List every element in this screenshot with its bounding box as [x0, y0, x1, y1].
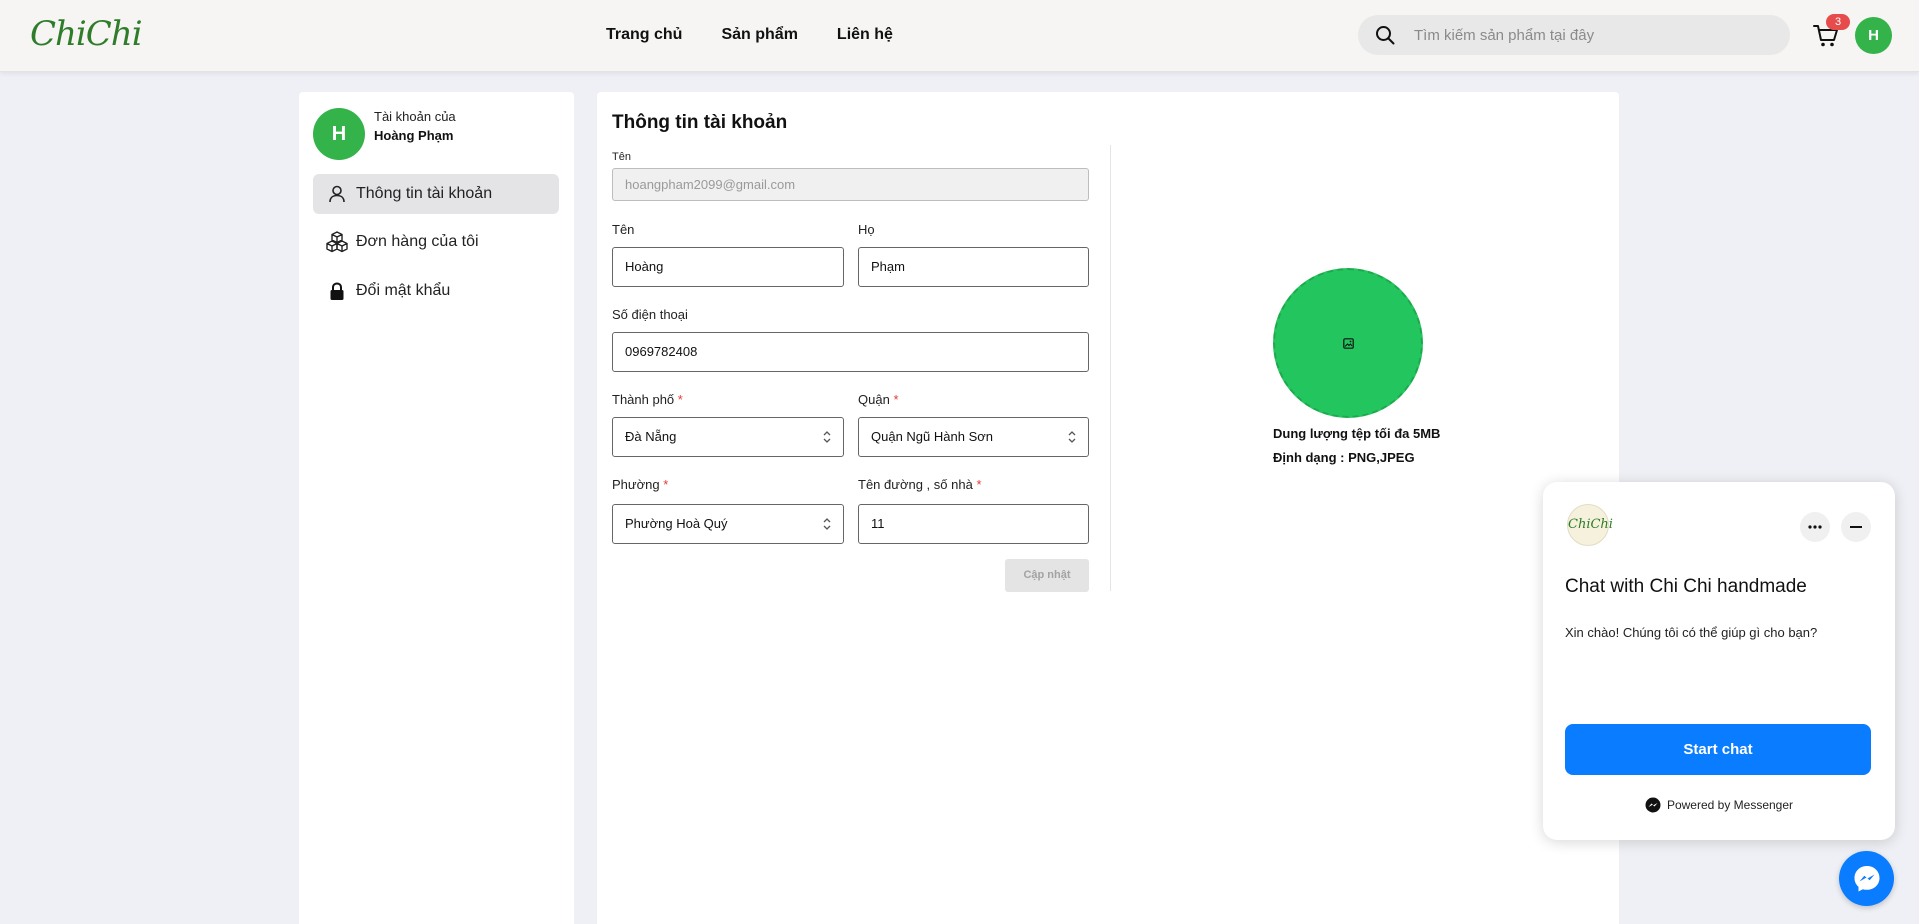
city-select-value: Đà Nẵng	[625, 429, 677, 444]
chevron-updown-icon	[823, 518, 831, 530]
city-select[interactable]: Đà Nẵng	[612, 417, 844, 457]
image-icon	[1343, 338, 1354, 349]
ward-select-value: Phường Hoà Quý	[625, 516, 728, 531]
messenger-icon	[1645, 797, 1661, 813]
boxes-icon	[326, 231, 348, 253]
search-input[interactable]	[1414, 15, 1774, 55]
upload-format-note: Định dạng : PNG,JPEG	[1273, 450, 1415, 465]
street-field[interactable]: 11	[858, 504, 1089, 544]
sidebar-item-account-info[interactable]: Thông tin tài khoản	[313, 174, 559, 214]
district-label-text: Quận	[858, 392, 890, 407]
required-mark: *	[976, 477, 982, 492]
ward-select[interactable]: Phường Hoà Quý	[612, 504, 844, 544]
district-label: Quận *	[858, 392, 899, 407]
chat-minimize-button[interactable]	[1841, 512, 1871, 542]
ward-label: Phường *	[612, 477, 668, 492]
chat-greeting: Xin chào! Chúng tôi có thể giúp gì cho b…	[1565, 625, 1818, 640]
account-sidebar: H Tài khoản của Hoàng Phạm Thông tin tài…	[299, 92, 574, 924]
phone-label: Số điện thoại	[612, 307, 688, 322]
account-info-panel: Thông tin tài khoản Tên hoangpham2099@gm…	[597, 92, 1619, 924]
chat-title: Chat with Chi Chi handmade	[1565, 576, 1807, 597]
user-avatar[interactable]: H	[1855, 17, 1892, 54]
sidebar-item-my-orders[interactable]: Đơn hàng của tôi	[313, 222, 559, 262]
user-icon	[326, 183, 348, 205]
cart-count-badge: 3	[1826, 14, 1850, 30]
sidebar-item-label: Đơn hàng của tôi	[356, 233, 479, 250]
page-title: Thông tin tài khoản	[612, 112, 788, 133]
district-select-value: Quận Ngũ Hành Sơn	[871, 429, 993, 444]
first-name-field[interactable]: Hoàng	[612, 247, 844, 287]
last-name-field[interactable]: Phạm	[858, 247, 1089, 287]
required-mark: *	[677, 392, 683, 407]
required-mark: *	[663, 477, 669, 492]
top-header: ChiChi Trang chủ Sản phẩm Liên hệ 3 H	[0, 0, 1919, 72]
start-chat-button[interactable]: Start chat	[1565, 724, 1871, 775]
messenger-icon	[1854, 865, 1879, 891]
messenger-launcher-button[interactable]	[1839, 851, 1894, 906]
update-button[interactable]: Cập nhật	[1005, 559, 1089, 592]
city-label: Thành phố *	[612, 392, 683, 407]
lock-icon	[326, 280, 348, 302]
messenger-chat-widget: ChiChi Chat with Chi Chi handmade Xin ch…	[1543, 482, 1895, 840]
nav-link-products[interactable]: Sản phẩm	[721, 26, 797, 44]
email-label: Tên	[612, 151, 631, 163]
search-bar	[1358, 15, 1790, 55]
sidebar-avatar: H	[313, 108, 365, 160]
chat-page-logo: ChiChi	[1567, 504, 1613, 546]
chat-more-button[interactable]	[1800, 512, 1830, 542]
chevron-updown-icon	[823, 431, 831, 443]
nav-link-home[interactable]: Trang chủ	[606, 26, 682, 44]
email-field: hoangpham2099@gmail.com	[612, 168, 1089, 201]
powered-by: Powered by Messenger	[1543, 797, 1895, 813]
city-label-text: Thành phố	[612, 392, 675, 407]
powered-by-text: Powered by Messenger	[1666, 798, 1794, 812]
account-owner-name: Hoàng Phạm	[374, 128, 454, 143]
sidebar-item-label: Thông tin tài khoản	[356, 185, 493, 202]
district-select[interactable]: Quận Ngũ Hành Sơn	[858, 417, 1089, 457]
last-name-label: Họ	[858, 222, 875, 237]
chevron-updown-icon	[1068, 431, 1076, 443]
account-owner-label: Tài khoản của	[374, 109, 456, 124]
street-label-text: Tên đường , số nhà	[858, 477, 973, 492]
ward-label-text: Phường	[612, 477, 660, 492]
sidebar-item-change-password[interactable]: Đổi mật khẩu	[313, 271, 559, 311]
minimize-icon	[1850, 526, 1862, 528]
search-icon[interactable]	[1375, 25, 1395, 45]
column-divider	[1110, 145, 1111, 591]
street-label: Tên đường , số nhà *	[858, 477, 982, 492]
sidebar-item-label: Đổi mật khẩu	[356, 282, 451, 299]
required-mark: *	[893, 392, 899, 407]
main-nav: Trang chủ Sản phẩm Liên hệ	[606, 26, 893, 44]
nav-link-contact[interactable]: Liên hệ	[837, 26, 893, 44]
upload-size-note: Dung lượng tệp tối đa 5MB	[1273, 426, 1441, 441]
avatar-upload-area[interactable]	[1273, 268, 1423, 418]
more-icon	[1808, 525, 1822, 529]
first-name-label: Tên	[612, 222, 635, 237]
brand-logo[interactable]: ChiChi	[30, 14, 143, 54]
phone-field[interactable]: 0969782408	[612, 332, 1089, 372]
